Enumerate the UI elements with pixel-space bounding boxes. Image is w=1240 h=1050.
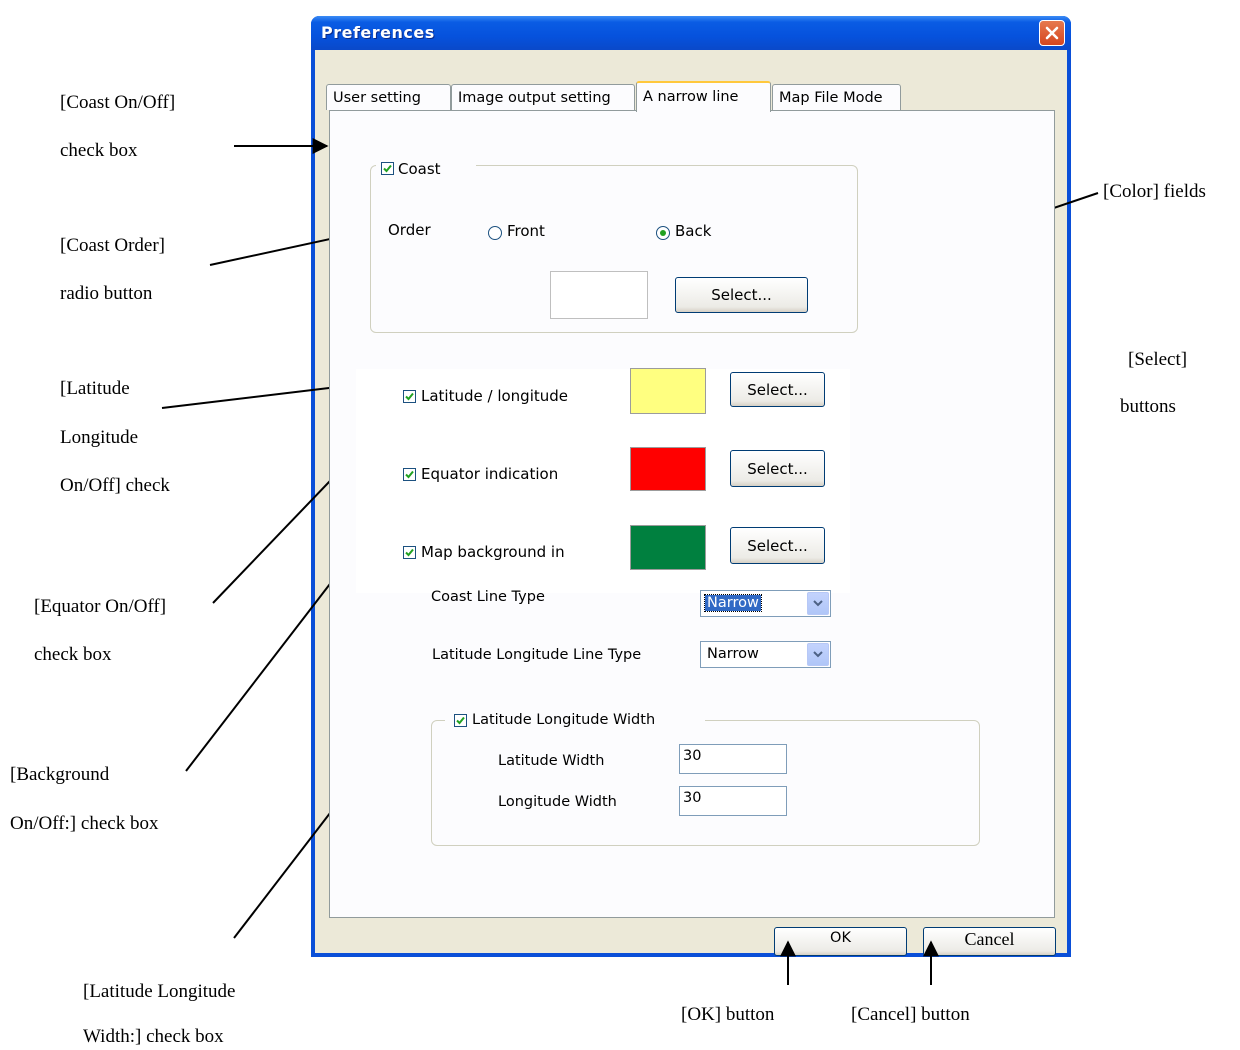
coast-order-front-radio[interactable] (488, 226, 502, 240)
annotation-select-buttons-line1: [Select] (1128, 349, 1188, 370)
latlon-checkbox[interactable] (403, 390, 416, 403)
cancel-button[interactable]: Cancel (923, 927, 1056, 956)
latlon-width-group (431, 720, 980, 846)
tab-image-output-setting[interactable]: Image output setting (451, 84, 635, 110)
annotation-coast-onoff-line1: [Coast On/Off] (60, 92, 176, 113)
annotation-latlon-onoff-line3: On/Off] check (60, 475, 170, 496)
coast-select-button[interactable]: Select... (675, 277, 808, 313)
checkmark-icon (405, 392, 414, 401)
coast-line-type-value: Narrow (704, 594, 762, 612)
close-button[interactable] (1039, 20, 1065, 46)
equator-select-button[interactable]: Select... (730, 450, 825, 487)
latlon-color-field (630, 368, 706, 414)
latlon-line-type-value: Narrow (707, 646, 759, 662)
annotation-width-onoff-line1: [Latitude Longitude (83, 981, 236, 1002)
tab-user-setting[interactable]: User setting (326, 84, 451, 110)
preferences-dialog: Preferences User setting Image output se… (311, 16, 1071, 957)
coast-color-field (550, 271, 648, 319)
annotation-select-buttons-line2: buttons (1120, 396, 1176, 417)
annotation-equator-onoff-line1: [Equator On/Off] (34, 596, 167, 617)
dialog-client-area: User setting Image output setting A narr… (315, 50, 1067, 956)
annotation-width-onoff-line2: Width:] check box (83, 1026, 224, 1047)
title-bar[interactable]: Preferences (311, 16, 1071, 50)
background-label: Map background in (421, 543, 565, 561)
coast-label: Coast (398, 160, 441, 178)
equator-checkbox[interactable] (403, 468, 416, 481)
coast-line-type-select[interactable]: Narrow (700, 590, 831, 617)
coast-line-type-label: Coast Line Type (431, 589, 545, 605)
annotation-color-fields: [Color] fields (1103, 181, 1206, 202)
checkmark-icon (405, 548, 414, 557)
latitude-width-label: Latitude Width (498, 753, 605, 769)
annotation-latlon-onoff-line2: Longitude (60, 427, 139, 448)
coast-order-front-label: Front (507, 222, 545, 240)
coast-order-back-label: Back (675, 222, 712, 240)
close-icon (1045, 26, 1059, 40)
tab-a-narrow-line[interactable]: A narrow line (636, 81, 771, 112)
annotation-coast-order-line2: radio button (60, 283, 153, 304)
annotation-equator-onoff-line2: check box (34, 644, 112, 665)
latlon-line-type-label: Latitude Longitude Line Type (432, 647, 642, 663)
latitude-width-input[interactable]: 30 (679, 744, 787, 774)
annotation-ok-button: [OK] button (681, 1004, 775, 1025)
equator-label: Equator indication (421, 465, 559, 483)
equator-color-field (630, 447, 706, 491)
coast-checkbox[interactable] (381, 162, 394, 175)
longitude-width-input[interactable]: 30 (679, 786, 787, 816)
latlon-width-checkbox[interactable] (454, 714, 467, 727)
coast-order-label: Order (388, 221, 431, 239)
annotation-cancel-button: [Cancel] button (851, 1004, 970, 1025)
latlon-label: Latitude / longitude (421, 387, 569, 405)
latlon-width-label: Latitude Longitude Width (472, 712, 656, 728)
tab-panel-a-narrow-line: Coast Order Front Back Select... Latitud… (329, 110, 1055, 918)
annotation-background-onoff-line1: [Background (10, 764, 110, 785)
ok-button[interactable]: OK (774, 927, 907, 956)
chevron-down-icon[interactable] (807, 643, 829, 666)
tab-map-file-mode[interactable]: Map File Mode (772, 84, 901, 110)
background-color-field (630, 525, 706, 570)
latlon-line-type-select[interactable]: Narrow (700, 641, 831, 668)
radio-selected-dot (660, 230, 666, 236)
checkmark-icon (383, 164, 392, 173)
dialog-title: Preferences (321, 23, 435, 42)
checkmark-icon (405, 470, 414, 479)
annotation-background-onoff-line2: On/Off:] check box (10, 813, 159, 834)
annotation-latlon-onoff-line1: [Latitude (60, 378, 130, 399)
annotation-coast-onoff-line2: check box (60, 140, 138, 161)
coast-order-back-radio[interactable] (656, 226, 670, 240)
background-checkbox[interactable] (403, 546, 416, 559)
latlon-select-button[interactable]: Select... (730, 372, 825, 407)
checkmark-icon (456, 716, 465, 725)
chevron-down-icon[interactable] (807, 592, 829, 615)
annotation-coast-order-line1: [Coast Order] (60, 235, 165, 256)
longitude-width-label: Longitude Width (498, 794, 617, 810)
background-select-button[interactable]: Select... (730, 527, 825, 564)
